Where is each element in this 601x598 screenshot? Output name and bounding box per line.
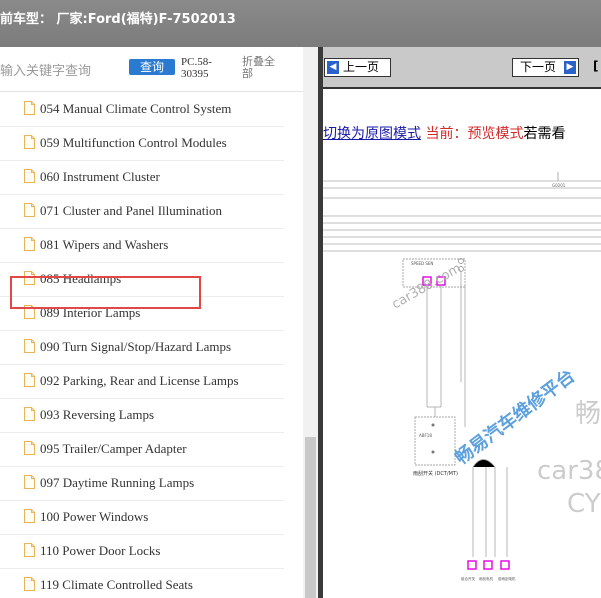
- list-item-label: 059 Multifunction Control Modules: [40, 135, 227, 150]
- collapse-all-button[interactable]: 折叠全部: [242, 56, 282, 80]
- list-item[interactable]: 090 Turn Signal/Stop/Hazard Lamps: [0, 330, 284, 365]
- document-icon: [24, 543, 35, 557]
- prev-page-button[interactable]: ◀ 上一页: [324, 58, 391, 77]
- list-item[interactable]: 110 Power Door Locks: [0, 534, 284, 569]
- watermark-char: 畅: [575, 399, 601, 429]
- search-button[interactable]: 查询: [129, 59, 175, 75]
- list-item-label: 071 Cluster and Panel Illumination: [40, 203, 222, 218]
- list-item-label: 092 Parking, Rear and License Lamps: [40, 373, 239, 388]
- mode-line: 切换为原图模式 当前：预览模式若需看: [323, 123, 565, 143]
- wiring-diagram: G0201 SPEED SEN ABF18 雨刮开关 (DCT/MT) 组合开关…: [323, 172, 601, 581]
- list-item-label: 110 Power Door Locks: [40, 543, 161, 558]
- list-item[interactable]: 054 Manual Climate Control System: [0, 92, 284, 127]
- document-icon: [24, 509, 35, 523]
- list-item[interactable]: 092 Parking, Rear and License Lamps: [0, 364, 284, 399]
- relay-label: ABF18: [419, 433, 432, 438]
- scrollbar-thumb[interactable]: [305, 437, 316, 598]
- document-icon: [24, 475, 35, 489]
- arrow-right-icon: ▶: [564, 61, 576, 74]
- document-icon: [24, 135, 35, 149]
- document-code: PC.58-30395: [181, 56, 212, 80]
- prev-page-label: 上一页: [343, 60, 380, 74]
- document-icon: [24, 101, 35, 115]
- document-icon: [24, 577, 35, 591]
- document-icon: [24, 237, 35, 251]
- list-item[interactable]: 093 Reversing Lamps: [0, 398, 284, 433]
- top-header: 前车型： 厂家:Ford(福特)F-7502013: [0, 0, 601, 47]
- list-item-label: 090 Turn Signal/Stop/Hazard Lamps: [40, 339, 232, 354]
- document-icon: [24, 441, 35, 455]
- list-item-label: 060 Instrument Cluster: [40, 169, 160, 184]
- list-item[interactable]: 059 Multifunction Control Modules: [0, 126, 284, 161]
- list-item-selected[interactable]: 081 Wipers and Washers: [0, 228, 284, 263]
- right-panel: ◀ 上一页 下一页 ▶ [ 切换为原图模式 当前：预览模式若需看 G0201 S…: [323, 47, 601, 598]
- bottom-right-label: 前雨刮电机: [498, 576, 516, 581]
- list-item[interactable]: 060 Instrument Cluster: [0, 160, 284, 195]
- document-icon: [24, 169, 35, 183]
- list-item[interactable]: 095 Trailer/Camper Adapter: [0, 432, 284, 467]
- page-indicator: [: [593, 59, 599, 73]
- next-page-label: 下一页: [520, 60, 557, 74]
- list-item-label: 097 Daytime Running Lamps: [40, 475, 195, 490]
- switch-caption: 雨刮开关 (DCT/MT): [413, 470, 458, 477]
- document-icon: [24, 203, 35, 217]
- ground-label: G0201: [552, 183, 566, 188]
- left-scrollbar[interactable]: [303, 47, 318, 598]
- switch-original-mode-link[interactable]: 切换为原图模式: [323, 126, 421, 142]
- list-item[interactable]: 119 Climate Controlled Seats: [0, 568, 284, 598]
- left-panel: 输入关键字查询 查询 PC.58-30395 折叠全部 054 Manual C…: [0, 47, 318, 598]
- document-icon: [24, 339, 35, 353]
- viewer-toolbar: ◀ 上一页 下一页 ▶ [: [323, 47, 601, 89]
- document-icon: [24, 407, 35, 421]
- bottom-left-label: 组合开关: [461, 576, 475, 581]
- next-page-button[interactable]: 下一页 ▶: [512, 58, 579, 77]
- search-input[interactable]: 输入关键字查询: [0, 60, 91, 79]
- list-item[interactable]: 100 Power Windows: [0, 500, 284, 535]
- list-item-label: 095 Trailer/Camper Adapter: [40, 441, 187, 456]
- vehicle-title: 前车型： 厂家:Ford(福特)F-7502013: [0, 12, 236, 27]
- list-item-label: 093 Reversing Lamps: [40, 407, 155, 422]
- list-item-label: 081 Wipers and Washers: [40, 237, 169, 252]
- list-item-label: 119 Climate Controlled Seats: [40, 577, 193, 592]
- mode-hint-text: 若需看: [523, 126, 566, 142]
- list-item-label: 100 Power Windows: [40, 509, 149, 524]
- watermark-site: car38: [537, 456, 601, 486]
- list-item[interactable]: 071 Cluster and Panel Illumination: [0, 194, 284, 229]
- bottom-mid-label: 雨刮电机: [479, 576, 493, 581]
- search-row: 输入关键字查询 查询 PC.58-30395 折叠全部: [0, 47, 318, 92]
- selection-highlight-box: [10, 276, 201, 309]
- watermark-brand: 畅易汽车维修平台: [451, 365, 579, 469]
- switch-housing-label: SPEED SEN: [411, 261, 433, 266]
- list-item[interactable]: 097 Daytime Running Lamps: [0, 466, 284, 501]
- list-item-label: 054 Manual Climate Control System: [40, 101, 232, 116]
- document-icon: [24, 373, 35, 387]
- watermark-cy: CY: [567, 489, 601, 519]
- arrow-left-icon: ◀: [327, 61, 339, 74]
- current-mode-text: 当前：预览模式: [425, 126, 524, 142]
